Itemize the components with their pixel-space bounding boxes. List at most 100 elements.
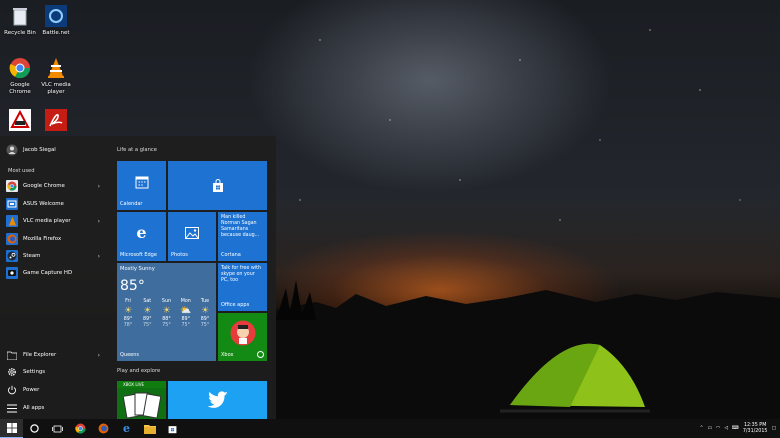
volume-icon[interactable]: ◁ (724, 426, 728, 431)
bottom-label: File Explorer (23, 352, 57, 358)
notification-icon[interactable]: ▢ (771, 426, 776, 431)
most-used-asus-welcome[interactable]: ASUS Welcome (6, 197, 106, 211)
cortana-search-button[interactable] (23, 419, 46, 438)
acrobat-icon (44, 108, 68, 132)
taskbar-chrome[interactable] (69, 419, 92, 438)
chrome-icon (6, 180, 18, 192)
vlc-icon (6, 215, 18, 227)
tile-xbox[interactable]: Xbox (218, 313, 267, 361)
forecast-day: Tue ☀ 89° 75° (196, 299, 214, 329)
start-power[interactable]: Power (6, 383, 106, 397)
desktop-icon-label: Google Chrome (9, 82, 31, 95)
start-button[interactable] (0, 419, 23, 438)
taskbar-edge[interactable]: e (115, 419, 138, 438)
gear-icon (6, 366, 18, 378)
taskbar: e ⌃ ▭ ◠ ◁ ⌨ 12:35 PM 7/31/2015 ▢ (0, 419, 780, 438)
desktop-icon-vlc[interactable]: VLC media player (36, 56, 76, 96)
desktop-icon-acrobat[interactable] (36, 108, 76, 134)
start-menu: Jacob Siegal Most used Google Chrome › A… (0, 136, 276, 419)
user-avatar-icon (6, 144, 18, 156)
edge-icon: e (123, 422, 130, 435)
sun-icon: ☀ (123, 306, 133, 316)
group-life-at-a-glance: Life at a glance (117, 147, 157, 153)
forecast-low: 75° (200, 323, 210, 328)
calendar-icon (117, 161, 166, 202)
photos-icon (168, 212, 216, 253)
xbox-avatar-icon (218, 313, 267, 353)
desktop-icon-label: Battle.net (42, 30, 70, 36)
chevron-right-icon[interactable]: › (98, 218, 100, 225)
cards-icon (122, 391, 162, 419)
task-view-button[interactable] (46, 419, 69, 438)
tile-label: Cortana (221, 252, 241, 258)
chrome-icon (8, 56, 32, 80)
taskbar-file-explorer[interactable] (138, 419, 161, 438)
chevron-right-icon[interactable]: › (98, 352, 100, 359)
chevron-right-icon[interactable]: › (98, 253, 100, 260)
xbox-live-banner: XBOX LIVE (117, 381, 166, 388)
chevron-up-icon[interactable]: ⌃ (699, 426, 703, 431)
tile-weather[interactable]: Mostly Sunny 85° Fri ☀ 89° 78° Sat ☀ 89°… (117, 263, 216, 361)
taskbar-store[interactable] (161, 419, 184, 438)
chrome-icon (75, 423, 86, 434)
sun-icon: ☀ (162, 306, 171, 316)
network-icon[interactable]: ◠ (716, 426, 720, 431)
most-used-firefox[interactable]: Mozilla Firefox (6, 232, 106, 246)
tile-office-apps[interactable]: Talk for free with skype on your PC, too… (218, 263, 267, 311)
most-used-game-capture[interactable]: Game Capture HD (6, 266, 106, 280)
firefox-icon (98, 423, 109, 434)
task-view-icon (52, 425, 63, 432)
group-play-and-explore: Play and explore (117, 368, 161, 374)
taskbar-firefox[interactable] (92, 419, 115, 438)
message-icon[interactable]: ▭ (707, 426, 712, 431)
tile-label: Microsoft Edge (120, 252, 157, 258)
desktop-icon-label: Recycle Bin (4, 30, 36, 36)
most-used-vlc[interactable]: VLC media player › (6, 214, 106, 228)
tile-solitaire[interactable]: XBOX LIVE (117, 381, 166, 419)
sun-icon: ☀ (200, 306, 210, 316)
desktop-icon-battlenet[interactable]: Battle.net (36, 4, 76, 37)
twitter-bird-icon (168, 381, 267, 419)
user-account[interactable]: Jacob Siegal (6, 143, 106, 157)
tile-label: Calendar (120, 201, 143, 207)
desktop-icon-label: VLC media player (41, 82, 71, 95)
chevron-right-icon[interactable]: › (98, 183, 100, 190)
tile-cortana[interactable]: Man killed Norman Sagan Samaritans becau… (218, 212, 267, 261)
desktop-icon-recycle-bin[interactable]: Recycle Bin (0, 4, 40, 37)
tile-store[interactable] (168, 161, 267, 210)
forecast-day: Mon ⛅ 89° 75° (177, 299, 195, 329)
store-icon (168, 161, 267, 210)
desktop-icon-chrome[interactable]: Google Chrome (0, 56, 40, 96)
start-left-column: Jacob Siegal Most used Google Chrome › A… (0, 136, 110, 419)
system-tray: ⌃ ▭ ◠ ◁ ⌨ 12:35 PM 7/31/2015 ▢ (699, 419, 776, 438)
tile-microsoft-edge[interactable]: e Microsoft Edge (117, 212, 166, 261)
desktop-icon-app[interactable] (0, 108, 40, 134)
most-used-chrome[interactable]: Google Chrome › (6, 179, 106, 193)
vlc-icon (44, 56, 68, 80)
tile-calendar[interactable]: Calendar (117, 161, 166, 210)
tile-twitter[interactable] (168, 381, 267, 419)
battlenet-icon (44, 4, 68, 28)
folder-icon (143, 424, 156, 434)
start-all-apps[interactable]: All apps (6, 401, 106, 415)
windows-logo-icon (6, 423, 17, 433)
app-label: Game Capture HD (23, 270, 73, 276)
weather-condition: Mostly Sunny (120, 266, 155, 272)
clock[interactable]: 12:35 PM 7/31/2015 (743, 423, 768, 435)
clock-date: 7/31/2015 (742, 428, 768, 434)
tile-label: Xbox (221, 352, 234, 358)
most-used-steam[interactable]: Steam › (6, 249, 106, 263)
forecast-day: Sun ☀ 88° 75° (158, 299, 176, 329)
forecast-low: 75° (162, 323, 171, 328)
app-label: VLC media player (23, 218, 71, 224)
tile-photos[interactable]: Photos (168, 212, 216, 261)
power-icon (6, 384, 18, 396)
keyboard-icon[interactable]: ⌨ (732, 426, 739, 431)
weather-forecast: Fri ☀ 89° 78° Sat ☀ 89° 75° Sun ☀ 88° 75… (119, 299, 214, 329)
start-file-explorer[interactable]: File Explorer › (6, 348, 106, 362)
clock-time: 12:35 PM (743, 422, 767, 428)
most-used-label: Most used (8, 168, 35, 174)
app-label: Steam (23, 253, 41, 259)
bottom-label: All apps (23, 405, 45, 411)
start-settings[interactable]: Settings (6, 365, 106, 379)
